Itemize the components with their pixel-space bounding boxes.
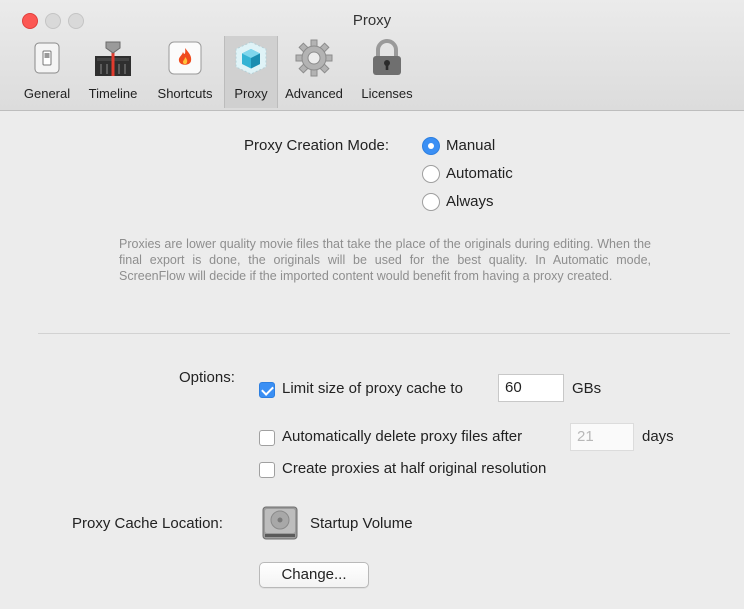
radio-always-label[interactable]: Always (446, 193, 494, 210)
divider (38, 333, 730, 334)
radio-automatic[interactable] (422, 165, 440, 183)
half-res-label[interactable]: Create proxies at half original resoluti… (282, 460, 546, 477)
preferences-window: Proxy General Timeline Shortcuts Proxy A… (0, 0, 744, 609)
tab-timeline[interactable]: Timeline (82, 36, 144, 108)
timeline-icon (95, 41, 131, 76)
options-label: Options: (179, 369, 235, 386)
tab-shortcuts-label: Shortcuts (157, 86, 213, 101)
tab-general-label: General (23, 86, 71, 101)
auto-delete-label[interactable]: Automatically delete proxy files after (282, 428, 522, 445)
gear-icon (295, 39, 333, 77)
padlock-icon (373, 39, 401, 75)
radio-manual-label[interactable]: Manual (446, 137, 495, 154)
radio-automatic-label[interactable]: Automatic (446, 165, 513, 182)
limit-cache-label[interactable]: Limit size of proxy cache to (282, 380, 463, 397)
auto-delete-checkbox[interactable] (259, 430, 275, 446)
tab-licenses[interactable]: Licenses (354, 36, 420, 108)
change-button[interactable]: Change... (259, 562, 369, 588)
cache-size-input[interactable]: 60 (498, 374, 564, 402)
limit-cache-checkbox[interactable] (259, 382, 275, 398)
radio-manual[interactable] (422, 137, 440, 155)
tab-general[interactable]: General (18, 36, 76, 108)
tab-advanced-label: Advanced (285, 86, 343, 101)
proxy-mode-label: Proxy Creation Mode: (244, 137, 390, 154)
flame-icon (168, 41, 202, 75)
window-title: Proxy (352, 12, 392, 29)
proxy-pane: Proxy Creation Mode: Manual Automatic Al… (0, 111, 744, 609)
cache-location-label: Proxy Cache Location: (72, 515, 223, 532)
cache-size-unit: GBs (572, 380, 602, 397)
half-res-checkbox[interactable] (259, 462, 275, 478)
volume-name: Startup Volume (310, 515, 413, 532)
cube-icon (235, 41, 267, 75)
title-bar: Proxy General Timeline Shortcuts Proxy A… (0, 0, 744, 111)
proxy-description: Proxies are lower quality movie files th… (119, 237, 651, 283)
auto-delete-days-input[interactable]: 21 (570, 423, 634, 451)
tab-proxy-label: Proxy (234, 86, 268, 101)
tab-timeline-label: Timeline (88, 86, 138, 101)
switch-icon (34, 42, 60, 74)
tab-proxy[interactable]: Proxy (224, 36, 278, 108)
hard-drive-icon (262, 506, 298, 540)
tab-licenses-label: Licenses (361, 86, 413, 101)
radio-always[interactable] (422, 193, 440, 211)
auto-delete-unit: days (642, 428, 674, 445)
tab-shortcuts[interactable]: Shortcuts (150, 36, 220, 108)
tab-advanced[interactable]: Advanced (278, 36, 350, 108)
